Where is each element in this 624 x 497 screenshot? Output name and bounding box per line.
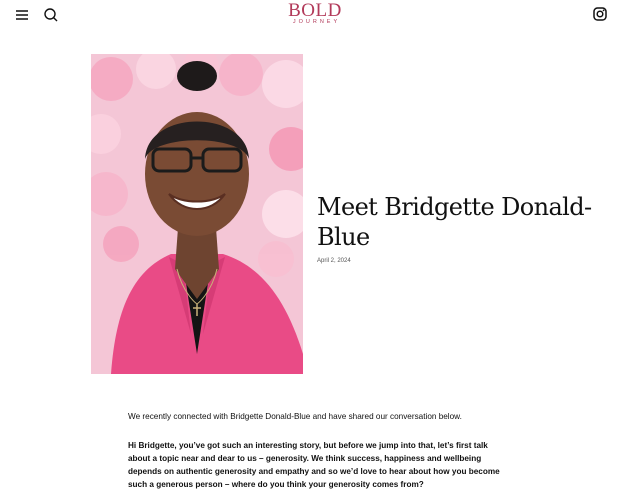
- logo-line-1: BOLD: [288, 0, 342, 21]
- site-logo[interactable]: BOLD JOURNEY: [276, 0, 354, 26]
- site-header: BOLD JOURNEY: [0, 0, 624, 30]
- instagram-icon[interactable]: [591, 5, 609, 23]
- article-body: We recently connected with Bridgette Don…: [128, 410, 500, 491]
- article-title: Meet Bridgette Donald-Blue: [317, 193, 592, 251]
- article-intro: We recently connected with Bridgette Don…: [128, 412, 462, 421]
- interview-question: Hi Bridgette, you’ve got such an interes…: [128, 441, 500, 489]
- portrait-photo: [91, 54, 303, 374]
- search-icon[interactable]: [42, 6, 60, 24]
- article-date: April 2, 2024: [317, 258, 351, 264]
- menu-icon[interactable]: [13, 6, 31, 24]
